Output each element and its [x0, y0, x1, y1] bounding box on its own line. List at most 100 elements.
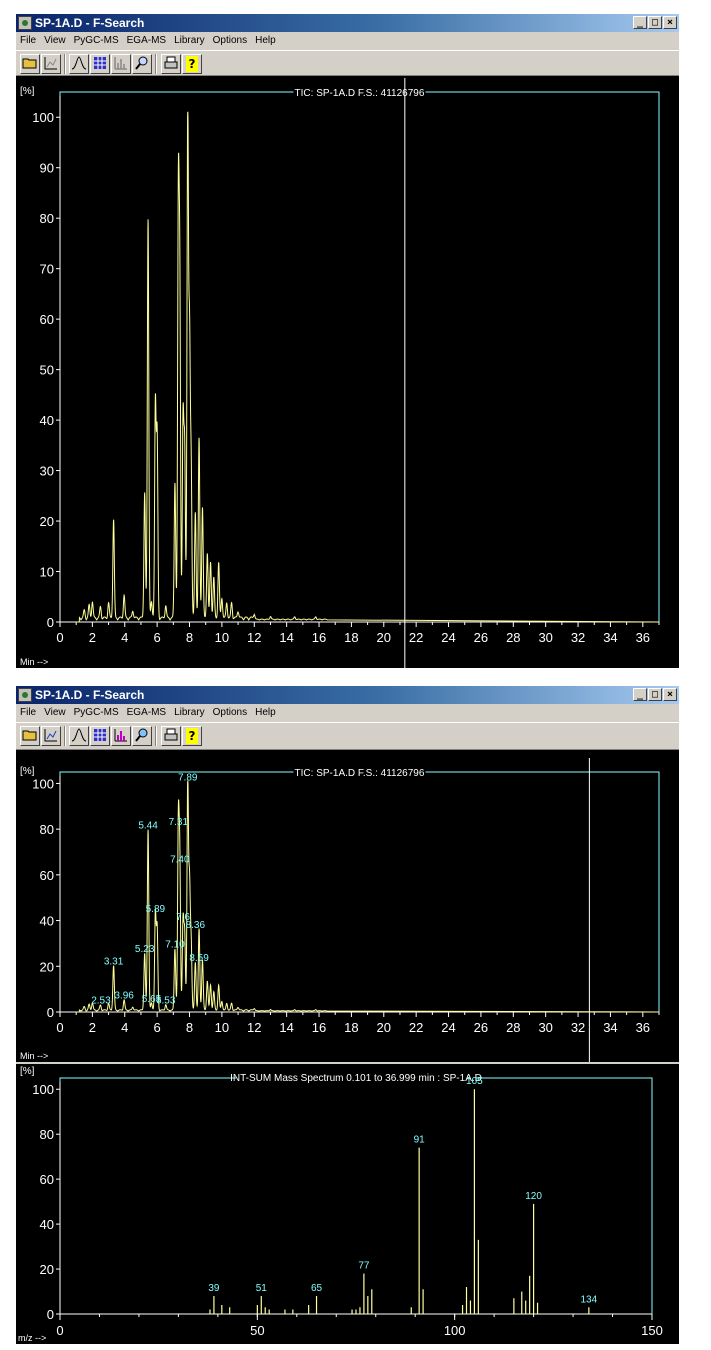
app-icon — [18, 16, 32, 30]
x-tick-label: 12 — [247, 630, 261, 645]
search-icon[interactable] — [132, 54, 152, 74]
x-tick-label: 4 — [121, 630, 128, 645]
x-tick-label: 28 — [506, 1020, 520, 1035]
peak-label: 3.31 — [104, 956, 124, 967]
x-tick-label: 20 — [377, 630, 391, 645]
x-tick-label: 12 — [247, 1020, 261, 1035]
menu-view[interactable]: View — [40, 704, 70, 722]
print-icon[interactable] — [161, 726, 181, 746]
y-tick-label: 60 — [40, 868, 54, 883]
chromatogram-chart-labeled: TIC: SP-1A.D F.S.: 41126796[%]Min -->020… — [20, 758, 660, 1062]
menu-file[interactable]: File — [16, 32, 40, 50]
x-tick-label: 32 — [571, 1020, 585, 1035]
menu-options[interactable]: Options — [209, 32, 251, 50]
y-unit-label: [%] — [20, 1066, 35, 1077]
x-tick-label: 36 — [636, 630, 650, 645]
window-controls: _ □ × — [633, 16, 677, 29]
table-icon[interactable] — [90, 726, 110, 746]
open-folder-icon[interactable] — [20, 726, 40, 746]
help-icon[interactable]: ? — [182, 54, 202, 74]
menu-ega-ms[interactable]: EGA-MS — [123, 32, 170, 50]
x-tick-label: 36 — [636, 1020, 650, 1035]
x-tick-label: 10 — [215, 1020, 229, 1035]
x-tick-label: 26 — [474, 630, 488, 645]
y-tick-label: 60 — [40, 1172, 54, 1187]
close-button[interactable]: × — [663, 688, 677, 701]
y-tick-label: 0 — [47, 615, 54, 630]
window-title: SP-1A.D - F-Search — [35, 688, 145, 702]
menu-help[interactable]: Help — [251, 32, 280, 50]
table-icon[interactable] — [90, 54, 110, 74]
peak-label: 7.10 — [165, 939, 185, 950]
x-tick-label: 14 — [279, 630, 293, 645]
peak-label: 5.89 — [146, 904, 166, 915]
y-tick-label: 20 — [40, 1262, 54, 1277]
peak-label: 6.53 — [156, 995, 176, 1006]
peak-label: 7.40 — [170, 855, 190, 866]
menu-options[interactable]: Options — [209, 704, 251, 722]
menu-file[interactable]: File — [16, 704, 40, 722]
peak-label: 8.59 — [189, 953, 209, 964]
minimize-button[interactable]: _ — [633, 16, 647, 29]
toolbar-separator — [64, 726, 66, 746]
peak-icon[interactable] — [69, 54, 89, 74]
y-tick-label: 80 — [40, 211, 54, 226]
x-tick-label: 8 — [186, 1020, 193, 1035]
peak-label: 5.44 — [138, 820, 158, 831]
y-tick-label: 90 — [40, 161, 54, 176]
y-tick-label: 0 — [47, 1307, 54, 1322]
y-unit-label: [%] — [20, 766, 35, 777]
open-folder-icon[interactable] — [20, 54, 40, 74]
x-unit-label: Min --> — [20, 657, 48, 667]
mz-label: 65 — [311, 1283, 323, 1294]
x-tick-label: 18 — [344, 630, 358, 645]
maximize-button[interactable]: □ — [648, 688, 662, 701]
peak-label: 8.36 — [186, 920, 206, 931]
window-2: SP-1A.D - F-Search _ □ × File View PyGC-… — [16, 686, 679, 1344]
help-icon[interactable]: ? — [182, 726, 202, 746]
window-title: SP-1A.D - F-Search — [35, 16, 145, 30]
peak-label: 7.89 — [178, 772, 198, 783]
toolbar: ? — [16, 722, 679, 750]
y-tick-label: 70 — [40, 262, 54, 277]
menu-pygc-ms[interactable]: PyGC-MS — [70, 704, 123, 722]
peak-label: 5.23 — [135, 944, 155, 955]
close-button[interactable]: × — [663, 16, 677, 29]
mz-label: 39 — [208, 1283, 220, 1294]
peak-label: 7.31 — [169, 817, 189, 828]
y-tick-label: 10 — [40, 565, 54, 580]
y-tick-label: 60 — [40, 312, 54, 327]
bar-chart-icon[interactable] — [111, 726, 131, 746]
menu-library[interactable]: Library — [170, 32, 209, 50]
mass-spectrum-chart: INT-SUM Mass Spectrum 0.101 to 36.999 mi… — [18, 1066, 663, 1343]
menu-pygc-ms[interactable]: PyGC-MS — [70, 32, 123, 50]
title-bar[interactable]: SP-1A.D - F-Search _ □ × — [16, 14, 679, 32]
bar-chart-icon[interactable] — [111, 54, 131, 74]
maximize-button[interactable]: □ — [648, 16, 662, 29]
x-tick-label: 26 — [474, 1020, 488, 1035]
menu-library[interactable]: Library — [170, 704, 209, 722]
peak-label: 2.53 — [91, 995, 111, 1006]
toolbar-separator — [155, 54, 157, 74]
tic-trace — [76, 780, 660, 1013]
peak-icon[interactable] — [69, 726, 89, 746]
menu-ega-ms[interactable]: EGA-MS — [123, 704, 170, 722]
x-tick-label: 20 — [377, 1020, 391, 1035]
chart-icon[interactable] — [41, 726, 61, 746]
x-tick-label: 34 — [603, 1020, 617, 1035]
menu-view[interactable]: View — [40, 32, 70, 50]
menu-help[interactable]: Help — [251, 704, 280, 722]
minimize-button[interactable]: _ — [633, 688, 647, 701]
x-tick-label: 0 — [56, 1323, 63, 1338]
window-controls: _ □ × — [633, 688, 677, 701]
x-tick-label: 14 — [279, 1020, 293, 1035]
search-icon[interactable] — [132, 726, 152, 746]
print-icon[interactable] — [161, 54, 181, 74]
x-tick-label: 8 — [186, 630, 193, 645]
peak-label: 3.96 — [114, 991, 134, 1002]
y-tick-label: 0 — [47, 1005, 54, 1020]
chart-icon[interactable] — [41, 54, 61, 74]
x-tick-label: 28 — [506, 630, 520, 645]
title-bar[interactable]: SP-1A.D - F-Search _ □ × — [16, 686, 679, 704]
x-tick-label: 4 — [121, 1020, 128, 1035]
